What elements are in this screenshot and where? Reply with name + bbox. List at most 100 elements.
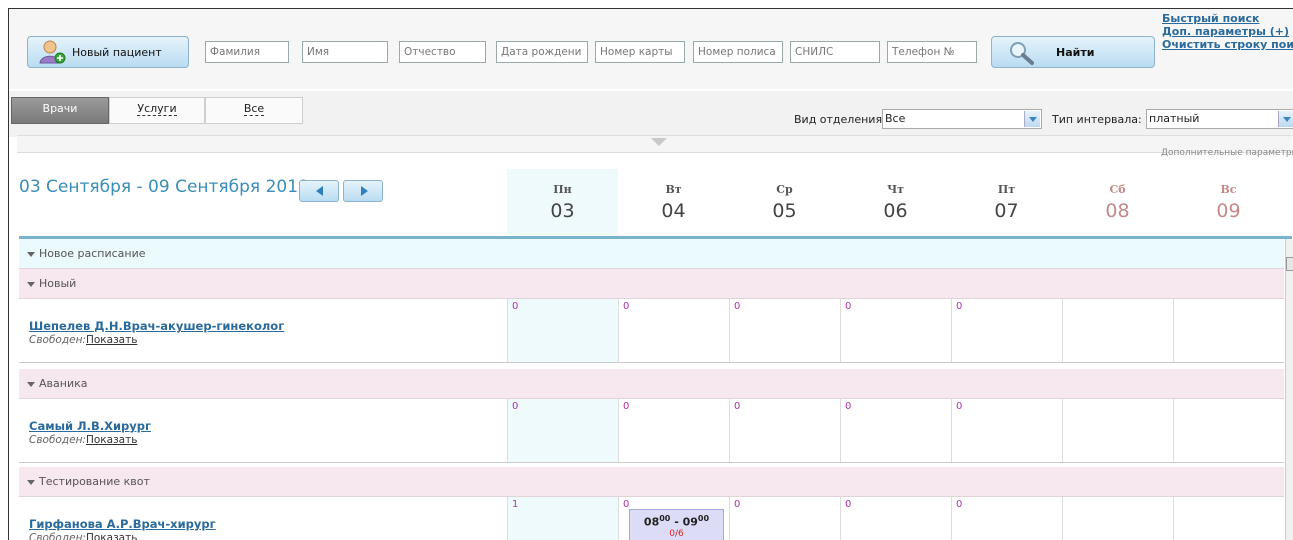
day-cell[interactable] — [1062, 299, 1173, 362]
show-link[interactable]: Показать — [86, 434, 137, 446]
quick-links: Быстрый поиск Доп. параметры (+) Очистит… — [1162, 12, 1293, 51]
vertical-scrollbar[interactable] — [1285, 239, 1293, 540]
day-cell[interactable]: 0 — [507, 299, 618, 362]
day-name: Вт — [665, 183, 682, 196]
find-button[interactable]: Найти — [991, 36, 1155, 68]
day-cell[interactable]: 0 — [951, 299, 1062, 362]
doctor-row: Гирфанова А.Р.Врач-хирург Свободен:Показ… — [19, 497, 1284, 540]
subgroup-row[interactable]: Новый — [19, 269, 1284, 299]
day-name: Пт — [997, 183, 1016, 196]
collapse-triangle-icon — [27, 251, 35, 257]
slot-end-hour: 09 — [682, 515, 698, 529]
tab-services[interactable]: Услуги — [109, 97, 205, 124]
day-cell[interactable]: 0 — [729, 399, 840, 462]
day-header-sat: Сб 08 — [1062, 169, 1173, 235]
group-row[interactable]: Новое расписание — [19, 239, 1284, 269]
day-name: Чт — [887, 183, 904, 196]
slot-count: 0 — [845, 301, 852, 312]
phone-field[interactable]: Телефон № — [887, 41, 977, 63]
extra-params-label[interactable]: Дополнительные параметры — [1161, 148, 1293, 158]
new-patient-button[interactable]: Новый пациент — [27, 36, 189, 68]
tab-all[interactable]: Все — [205, 97, 303, 124]
slot-count: 0 — [956, 301, 963, 312]
day-date: 05 — [772, 200, 797, 222]
day-date: 09 — [1216, 200, 1241, 222]
collapse-triangle-icon — [27, 281, 35, 287]
extra-params-link[interactable]: Доп. параметры (+) — [1162, 25, 1293, 38]
day-cell[interactable]: 0 — [951, 497, 1062, 540]
day-date: 07 — [994, 200, 1019, 222]
chevron-down-icon[interactable] — [1024, 111, 1040, 127]
policy-number-field[interactable]: Номер полиса — [693, 41, 783, 63]
dept-select[interactable]: Все — [882, 109, 1042, 129]
birthdate-field[interactable]: Дата рождени — [496, 41, 588, 63]
slot-count: 0 — [734, 499, 741, 510]
day-cell[interactable]: 0 — [840, 497, 951, 540]
slot-count: 0 — [956, 499, 963, 510]
doctor-link[interactable]: Гирфанова А.Р.Врач-хирург — [29, 517, 216, 531]
slot-count: 0 — [512, 401, 519, 412]
day-cell[interactable] — [1173, 299, 1284, 362]
slot-count: 0 — [734, 301, 741, 312]
slot-count: 1 — [512, 499, 519, 510]
day-header-wed: Ср 05 — [729, 169, 840, 235]
interval-select[interactable]: платный — [1146, 109, 1293, 129]
day-header-thu: Чт 06 — [840, 169, 951, 235]
card-number-field[interactable]: Номер карты — [595, 41, 685, 63]
snils-field[interactable]: СНИЛС — [790, 41, 880, 63]
day-name: Вс — [1220, 183, 1237, 196]
subgroup-row[interactable]: Тестирование квот — [19, 467, 1284, 497]
tab-all-label: Все — [243, 102, 265, 116]
slot-time: 0800 - 0900 — [643, 514, 710, 529]
appointment-slot[interactable]: 0800 - 0900 0/6 — [629, 509, 724, 540]
doctor-link[interactable]: Шепелев Д.Н.Врач-акушер-гинеколог — [29, 319, 284, 333]
free-status: Свободен:Показать — [29, 334, 137, 346]
prev-week-button[interactable] — [299, 180, 339, 202]
day-cell[interactable]: 0 — [729, 497, 840, 540]
dept-label: Вид отделения: — [794, 113, 886, 126]
day-cell[interactable] — [1173, 399, 1284, 462]
doctor-link[interactable]: Самый Л.В.Хирург — [29, 419, 151, 433]
day-cell[interactable]: 0 — [618, 399, 729, 462]
interval-select-value: платный — [1149, 112, 1200, 125]
free-label: Свободен: — [29, 434, 86, 446]
slot-count: 0 — [956, 401, 963, 412]
day-cell[interactable] — [1173, 497, 1284, 540]
chevron-down-icon[interactable] — [1278, 111, 1293, 127]
patronymic-field[interactable]: Отчество — [399, 41, 486, 63]
chevron-down-icon[interactable] — [651, 138, 667, 146]
subgroup-row[interactable]: Аваника — [19, 369, 1284, 399]
day-header-sun: Вс 09 — [1173, 169, 1284, 235]
firstname-field[interactable]: Имя — [302, 41, 388, 63]
day-cell[interactable]: 0 — [840, 399, 951, 462]
tab-doctors[interactable]: Врачи — [11, 97, 109, 124]
clear-search-link[interactable]: Очистить строку поиска — [1162, 38, 1293, 51]
day-cell[interactable]: 0 — [840, 299, 951, 362]
slot-start-hour: 08 — [643, 515, 660, 529]
day-cell[interactable]: 0 — [618, 299, 729, 362]
group-label: Новый — [39, 277, 77, 290]
day-date: 06 — [883, 200, 908, 222]
day-cell[interactable] — [1062, 497, 1173, 540]
interval-label: Тип интервала: — [1052, 113, 1142, 126]
day-name: Сб — [1109, 183, 1126, 196]
day-cell[interactable] — [1062, 399, 1173, 462]
add-patient-icon — [39, 40, 66, 64]
app-frame: Новый пациент Фамилия Имя Отчество Дата … — [8, 8, 1293, 540]
show-link[interactable]: Показать — [86, 334, 137, 346]
day-cell[interactable]: 0 — [951, 399, 1062, 462]
quick-search-link[interactable]: Быстрый поиск — [1162, 12, 1293, 25]
day-name: Ср — [776, 183, 793, 196]
slot-count: 0 — [623, 301, 630, 312]
day-cell[interactable]: 0 — [729, 299, 840, 362]
day-header-fri: Пт 07 — [951, 169, 1062, 235]
day-cell[interactable]: 0 — [507, 399, 618, 462]
new-patient-label: Новый пациент — [72, 45, 162, 59]
scrollbar-thumb[interactable] — [1286, 257, 1293, 271]
day-cell[interactable]: 1 — [507, 497, 618, 540]
next-week-button[interactable] — [343, 180, 383, 202]
lastname-field[interactable]: Фамилия — [205, 41, 289, 63]
week-title: 03 Сентября - 09 Сентября 2018 — [19, 177, 309, 197]
slot-count: 0 — [734, 401, 741, 412]
day-cell[interactable]: 0 0800 - 0900 0/6 — [618, 497, 729, 540]
